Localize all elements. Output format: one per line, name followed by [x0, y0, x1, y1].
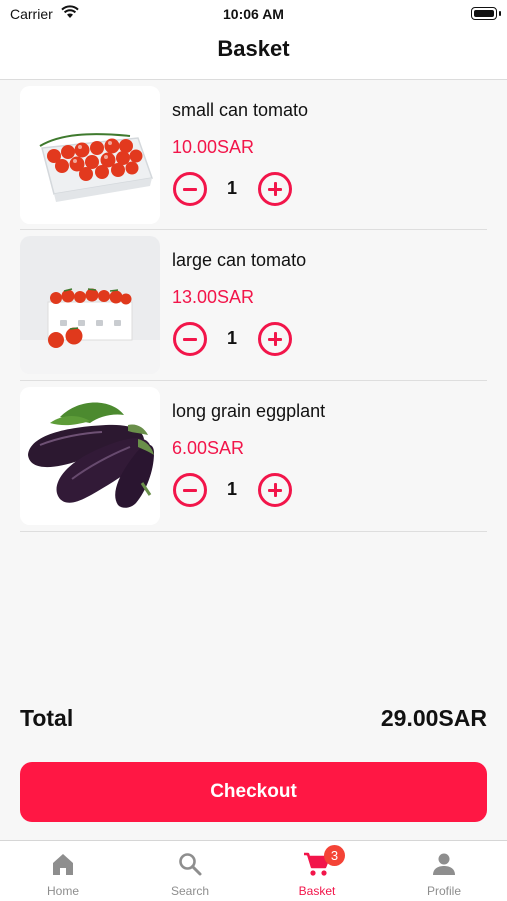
cart-count-badge: 3	[324, 845, 345, 866]
quantity-stepper: 1	[172, 473, 302, 507]
increase-quantity-button[interactable]	[258, 473, 292, 507]
status-bar: Carrier 10:06 AM	[0, 0, 507, 28]
quantity-value: 1	[226, 479, 237, 499]
battery-icon	[471, 7, 501, 20]
top-bar: Carrier 10:06 AM Basket	[0, 0, 507, 80]
product-image-tomato-box	[20, 236, 160, 374]
checkout-button[interactable]: Checkout	[20, 762, 487, 822]
tab-home[interactable]: Home	[0, 841, 126, 901]
product-price: 10.00SAR	[172, 137, 255, 157]
quantity-stepper: 1	[172, 172, 302, 206]
product-image-cherry-tomato-tray	[20, 86, 160, 224]
status-time: 10:06 AM	[223, 6, 284, 22]
basket-list: small can tomato 10.00SAR 1 large can to…	[20, 80, 487, 532]
list-item: small can tomato 10.00SAR 1	[20, 80, 487, 230]
decrease-quantity-button[interactable]	[173, 172, 207, 206]
total-value: 29.00SAR	[380, 705, 487, 731]
product-price: 13.00SAR	[172, 287, 255, 307]
quantity-value: 1	[226, 328, 237, 348]
tab-basket[interactable]: 3 Basket	[254, 841, 380, 901]
product-name: long grain eggplant	[172, 401, 326, 421]
product-name: large can tomato	[172, 250, 307, 270]
quantity-stepper: 1	[172, 322, 302, 356]
product-image-eggplant	[20, 387, 160, 525]
tab-profile[interactable]: Profile	[381, 841, 507, 901]
tab-label: Search	[170, 884, 210, 898]
decrease-quantity-button[interactable]	[173, 473, 207, 507]
tab-label: Basket	[298, 884, 336, 898]
quantity-value: 1	[226, 178, 237, 198]
tab-label: Home	[46, 884, 79, 898]
total-label: Total	[20, 705, 74, 731]
list-item: large can tomato 13.00SAR 1	[20, 230, 487, 381]
page-title: Basket	[217, 36, 290, 61]
product-name: small can tomato	[172, 100, 309, 120]
increase-quantity-button[interactable]	[258, 322, 292, 356]
tab-search[interactable]: Search	[127, 841, 253, 901]
decrease-quantity-button[interactable]	[173, 322, 207, 356]
product-price: 6.00SAR	[172, 438, 245, 458]
increase-quantity-button[interactable]	[258, 172, 292, 206]
tab-bar: Home Search 3 Basket Profile	[0, 840, 507, 901]
tab-label: Profile	[426, 884, 461, 898]
list-item: long grain eggplant 6.00SAR 1	[20, 381, 487, 532]
